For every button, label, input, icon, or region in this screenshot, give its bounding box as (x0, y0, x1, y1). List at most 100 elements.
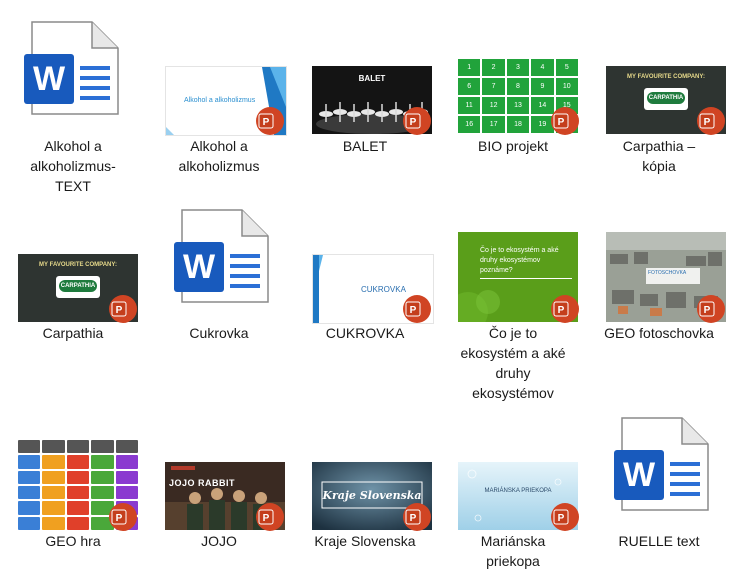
game-cell (91, 440, 114, 454)
grid-cell: 10 (555, 78, 578, 95)
game-cell (66, 470, 90, 484)
game-cell (18, 501, 41, 515)
powerpoint-icon: P (696, 106, 726, 136)
svg-text:P: P (410, 117, 417, 128)
grid-cell: 7 (482, 78, 505, 95)
slide-title: FOTOSCHOVKA (648, 270, 687, 276)
powerpoint-icon: P (255, 502, 285, 532)
word-document-icon: W (22, 20, 122, 116)
file-tile-balet[interactable]: BALET P BALET (292, 14, 438, 164)
game-cell (66, 516, 90, 530)
slide-title: CUKROVKA (361, 285, 406, 294)
game-cell (42, 516, 65, 530)
game-cell (115, 455, 138, 469)
file-name-label: Alkohol a alkoholizmus- TEXT (30, 138, 116, 194)
slide-title: MY FAVOURITE COMPANY: (39, 262, 117, 268)
powerpoint-icon: P (550, 106, 580, 136)
game-cell (66, 455, 90, 469)
grid-cell: 4 (531, 59, 554, 76)
slide-title: MARIÁNSKA PRIEKOPA (484, 488, 552, 494)
game-cell (115, 440, 138, 454)
game-cell (42, 455, 65, 469)
file-name-label: Alkohol a alkoholizmus (178, 138, 260, 174)
powerpoint-icon: P (255, 106, 285, 136)
word-document-icon: W (612, 416, 712, 512)
file-tile-carpathia[interactable]: MY FAVOURITE COMPANY: CARPATHIA P Carpat… (0, 218, 146, 348)
game-cell (18, 470, 41, 484)
file-name-label: BIO projekt (477, 138, 549, 154)
svg-text:P: P (410, 513, 417, 524)
game-cell (91, 485, 114, 500)
svg-text:W: W (33, 60, 66, 98)
file-name-label: BALET (342, 138, 388, 154)
game-cell (66, 485, 90, 500)
powerpoint-icon: P (696, 294, 726, 324)
grid-cell: 18 (506, 116, 530, 133)
file-tile-cukrovka-ppt[interactable]: CUKROVKA P CUKROVKA (292, 218, 438, 348)
powerpoint-icon: P (550, 502, 580, 532)
carpathia-logo: CARPATHIA (644, 88, 688, 110)
grid-cell: 11 (458, 97, 481, 114)
powerpoint-icon: P (108, 294, 138, 324)
slide-title: JOJO RABBIT (169, 478, 236, 488)
game-cell (42, 501, 65, 515)
file-name-label: GEO hra (45, 533, 101, 549)
svg-text:P: P (116, 513, 123, 524)
game-cell (66, 440, 90, 454)
grid-cell: 9 (531, 78, 554, 95)
file-tile-bio-projekt[interactable]: 1234567891011121314151617181920 P BIO pr… (440, 14, 586, 164)
svg-text:P: P (558, 117, 565, 128)
file-tile-marianska-priekopa[interactable]: MARIÁNSKA PRIEKOPA P Mariánska priekopa (440, 426, 586, 576)
game-cell (115, 485, 138, 500)
svg-text:W: W (623, 456, 656, 494)
carpathia-logo: CARPATHIA (56, 276, 100, 298)
file-tile-carpathia-kopia[interactable]: MY FAVOURITE COMPANY: CARPATHIA P Carpat… (586, 14, 732, 184)
slide-title: Kraje Slovenska (322, 489, 422, 502)
svg-text:P: P (558, 305, 565, 316)
game-cell (18, 440, 41, 454)
grid-cell: 17 (482, 116, 505, 133)
game-cell (42, 485, 65, 500)
slide-title: Čo je to ekosystém a aké druhy ekosystém… (480, 246, 572, 279)
powerpoint-icon: P (550, 294, 580, 324)
svg-text:W: W (183, 248, 216, 286)
slide-title: Alkohol a alkoholizmus (184, 97, 256, 104)
grid-cell: 13 (506, 97, 530, 114)
grid-cell: 6 (458, 78, 481, 95)
grid-cell: 5 (555, 59, 578, 76)
slide-title: BALET (358, 74, 386, 83)
file-name-label: Čo je to ekosystém a aké druhy ekosystém… (460, 325, 566, 401)
file-name-label: Carpathia (42, 325, 104, 341)
file-tile-jojo[interactable]: JOJO RABBIT P JOJO (146, 426, 292, 556)
grid-cell: 1 (458, 59, 481, 76)
grid-cell: 2 (482, 59, 505, 76)
powerpoint-icon: P (108, 502, 138, 532)
game-cell (115, 470, 138, 484)
file-tile-geo-hra[interactable]: P GEO hra (0, 426, 146, 556)
svg-text:P: P (704, 305, 711, 316)
slide-title: MY FAVOURITE COMPANY: (627, 74, 705, 80)
grid-cell: 12 (482, 97, 505, 114)
file-name-label: GEO fotoschovka (604, 325, 714, 341)
game-cell (91, 470, 114, 484)
file-name-label: Carpathia – kópia (622, 138, 696, 174)
powerpoint-icon: P (402, 502, 432, 532)
file-name-label: CUKROVKA (325, 325, 405, 341)
svg-text:P: P (704, 117, 711, 128)
svg-text:P: P (558, 513, 565, 524)
file-name-label: Cukrovka (189, 325, 249, 341)
file-name-label: JOJO (201, 533, 237, 549)
file-tile-cukrovka-doc[interactable]: W Cukrovka (146, 206, 292, 346)
word-document-icon: W (172, 208, 272, 304)
svg-text:P: P (263, 117, 270, 128)
file-tile-geo-fotoschovka[interactable]: FOTOSCHOVKA P GEO fotoschovka (586, 218, 732, 348)
file-tile-alkohol-text[interactable]: W Alkohol a alkoholizmus- TEXT (0, 14, 146, 194)
file-name-label: Mariánska priekopa (480, 533, 546, 569)
game-cell (66, 501, 90, 515)
game-cell (42, 470, 65, 484)
grid-cell: 16 (458, 116, 481, 133)
file-tile-ekosystem[interactable]: Čo je to ekosystém a aké druhy ekosystém… (440, 218, 586, 408)
file-tile-alkohol-ppt[interactable]: Alkohol a alkoholizmus P Alkohol a alkoh… (146, 14, 292, 184)
file-tile-kraje-slovenska[interactable]: Kraje Slovenska P Kraje Slovenska (292, 426, 438, 556)
file-tile-ruelle-text[interactable]: W RUELLE text (586, 414, 732, 554)
